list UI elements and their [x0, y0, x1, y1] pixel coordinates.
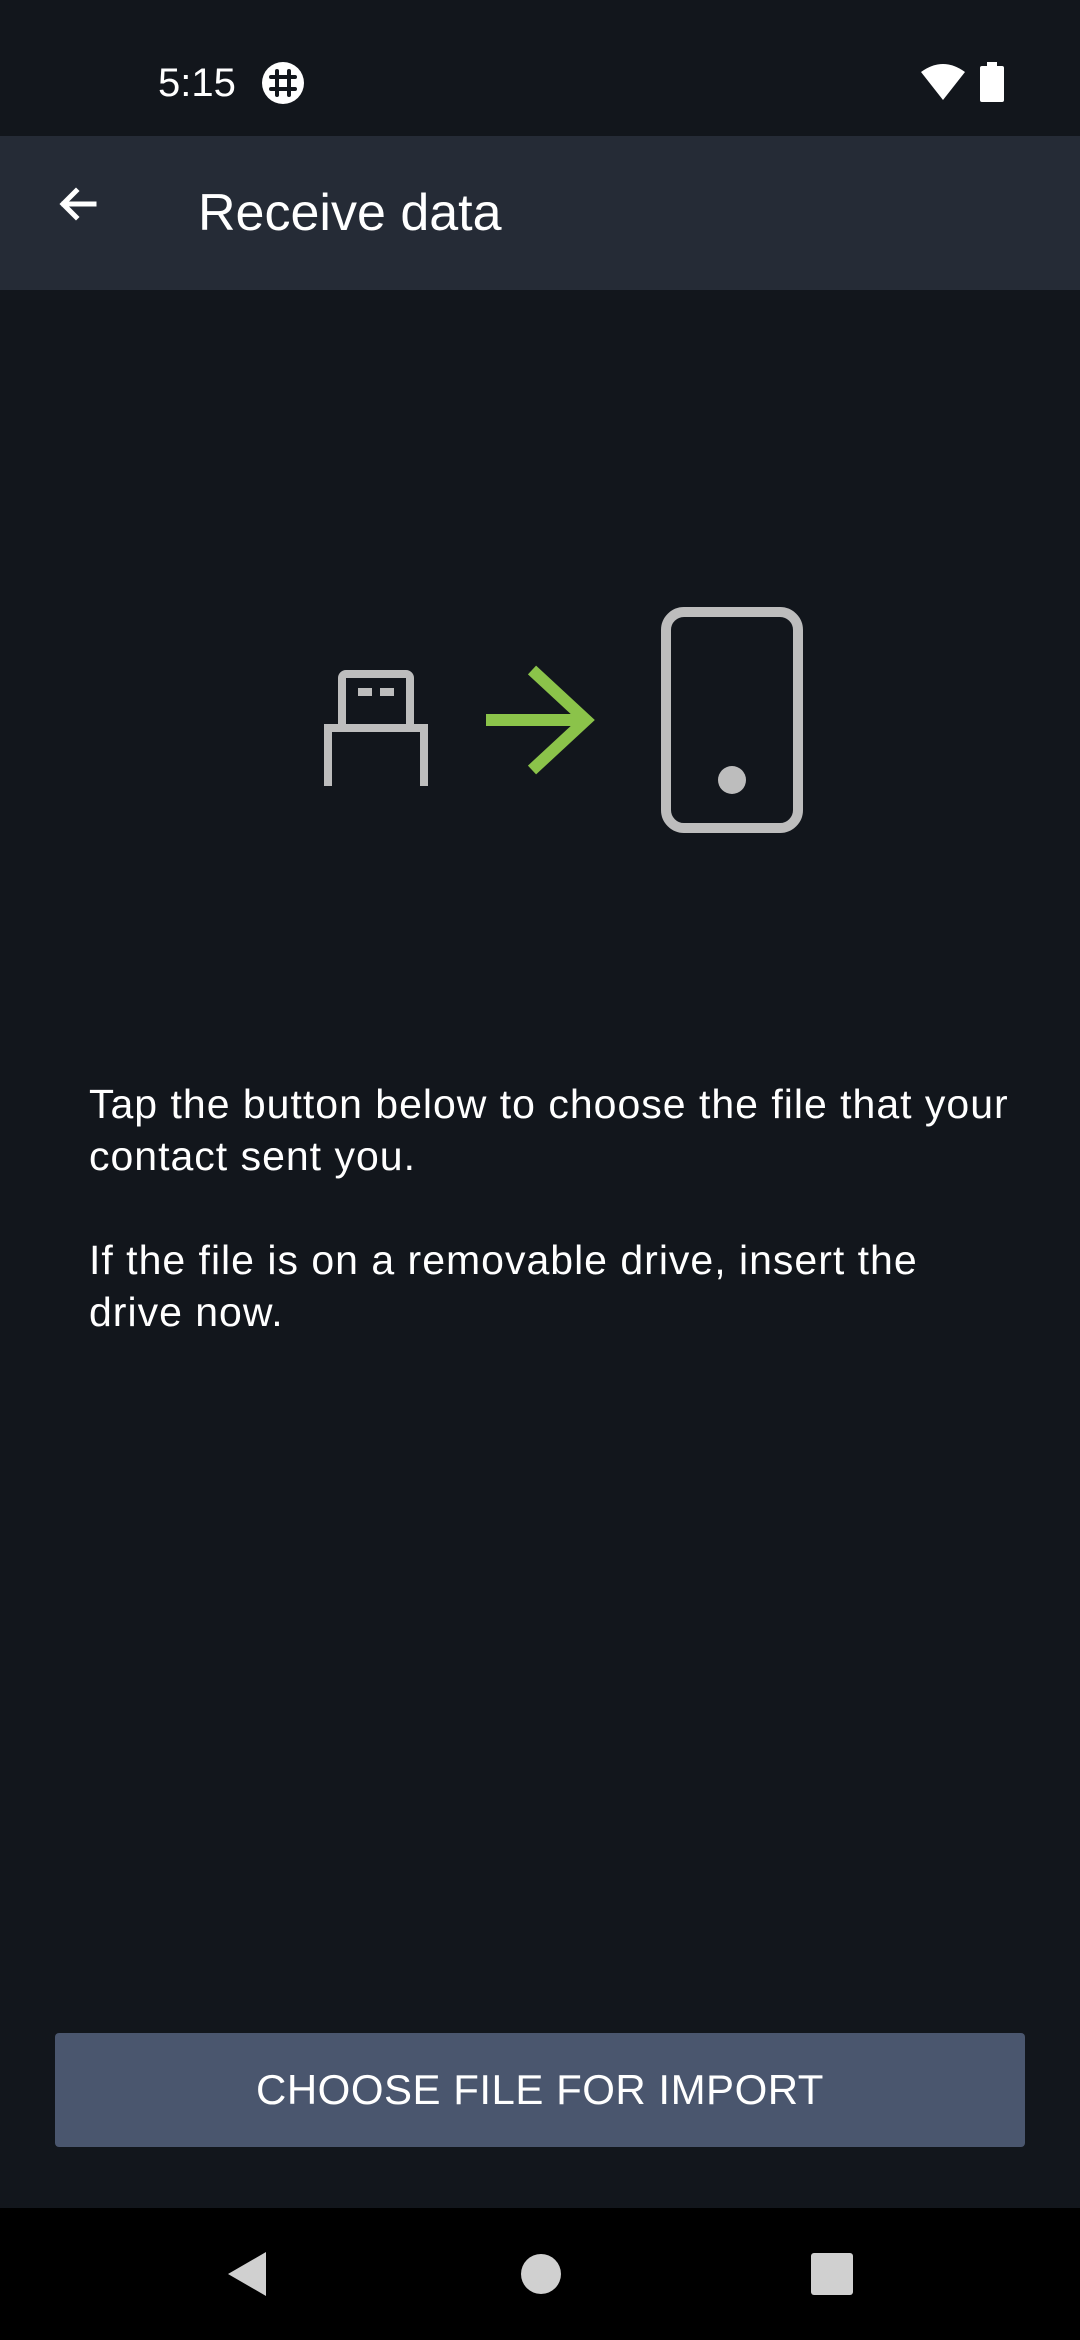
battery-icon: [980, 62, 1004, 102]
phone-icon: [661, 607, 803, 833]
usb-slot-right: [380, 688, 394, 696]
choose-file-button[interactable]: CHOOSE FILE FOR IMPORT: [55, 2033, 1025, 2147]
instruction-paragraph-2: If the file is on a removable drive, ins…: [89, 1237, 918, 1335]
nav-back-icon: [228, 2252, 266, 2296]
nav-recents-icon: [811, 2253, 853, 2295]
arrow-right-icon: [486, 665, 595, 775]
status-time: 5:15: [158, 61, 236, 105]
status-bar: 5:15: [0, 0, 1080, 136]
system-nav-bar: [0, 2208, 1080, 2340]
instruction-paragraph-1: Tap the button below to choose the file …: [89, 1081, 1009, 1179]
matrix-hash-icon: [262, 62, 304, 104]
usb-drive-icon: [324, 670, 428, 786]
page-title: Receive data: [198, 184, 502, 242]
nav-home-icon: [521, 2254, 561, 2294]
arrow-back-icon: [59, 187, 97, 221]
usb-slot-left: [358, 688, 372, 696]
nav-home-button[interactable]: [475, 2208, 607, 2340]
instruction-text: Tap the button below to choose the file …: [89, 1078, 1009, 1390]
app-bar: Receive data: [0, 136, 1080, 290]
nav-recents-button[interactable]: [766, 2208, 898, 2340]
nav-back-button[interactable]: [180, 2208, 312, 2340]
transfer-illustration: [324, 607, 803, 833]
back-button[interactable]: [38, 164, 118, 244]
wifi-icon: [921, 64, 965, 100]
